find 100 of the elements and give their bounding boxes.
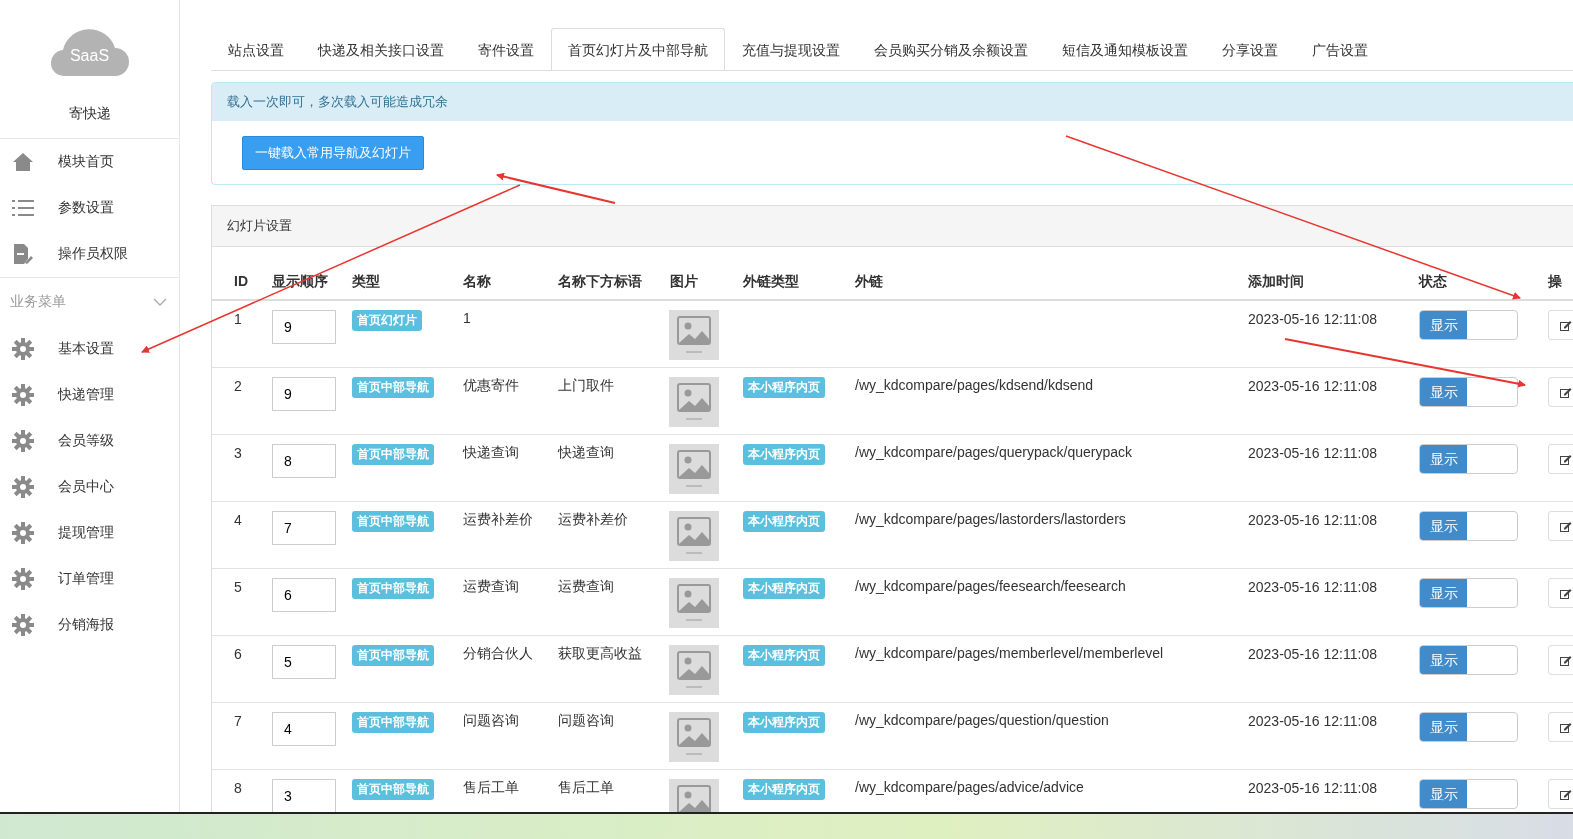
status-toggle[interactable]: 显示 <box>1419 645 1518 675</box>
table-cell-text: 7 <box>234 712 243 729</box>
table-cell-text: 2023-05-16 12:11:08 <box>1248 511 1378 528</box>
sidebar-item[interactable]: 提现管理 <box>0 510 179 556</box>
sidebar-item[interactable]: 操作员权限 <box>0 231 179 277</box>
table-cell-text: 8 <box>234 779 243 796</box>
notice-text: 载入一次即可，多次载入可能造成冗余 <box>212 83 1573 121</box>
table-cell-text: 2 <box>234 377 243 394</box>
status-toggle[interactable]: 显示 <box>1419 779 1518 809</box>
column-header: 外链类型 <box>743 273 800 291</box>
gear-icon <box>12 614 34 636</box>
sidebar-item[interactable]: 会员中心 <box>0 464 179 510</box>
column-header: 类型 <box>352 273 381 291</box>
table-cell-text: 6 <box>234 645 243 662</box>
link-type-tag: 本小程序内页 <box>743 444 825 465</box>
sidebar-item[interactable]: 参数设置 <box>0 185 179 231</box>
tab[interactable]: 分享设置 <box>1205 28 1295 70</box>
type-tag: 首页中部导航 <box>352 645 434 666</box>
sidebar-item[interactable]: 会员等级 <box>0 418 179 464</box>
table-cell: 分销合伙人 <box>463 644 533 661</box>
tab[interactable]: 首页幻灯片及中部导航 <box>551 28 725 70</box>
gear-icon <box>12 568 34 590</box>
document-icon <box>12 244 34 264</box>
image-placeholder-icon <box>669 645 719 695</box>
table-cell-text: 2023-05-16 12:11:08 <box>1248 578 1378 595</box>
table-cell: /wy_kdcompare/pages/feesearch/feesearch <box>855 578 1126 594</box>
edit-icon <box>1560 654 1572 666</box>
order-field[interactable]: 4 <box>272 712 336 746</box>
status-toggle[interactable]: 显示 <box>1419 712 1518 742</box>
column-header: 名称下方标语 <box>558 273 643 291</box>
link-type-tag: 本小程序内页 <box>743 712 825 733</box>
gear-icon <box>12 476 34 498</box>
tab[interactable]: 站点设置 <box>211 28 301 70</box>
type-tag: 首页中部导航 <box>352 779 434 800</box>
app-name: 寄快递 <box>68 105 111 123</box>
tab[interactable]: 充值与提现设置 <box>725 28 857 70</box>
column-header: 添加时间 <box>1248 273 1305 291</box>
sidebar-item[interactable]: 快递管理 <box>0 372 179 418</box>
order-field[interactable]: 8 <box>272 444 336 478</box>
tab[interactable]: 广告设置 <box>1295 28 1385 70</box>
order-field[interactable]: 5 <box>272 645 336 679</box>
status-toggle[interactable]: 显示 <box>1419 444 1518 474</box>
status-toggle[interactable]: 显示 <box>1419 310 1518 340</box>
edit-icon <box>1560 788 1572 800</box>
table-cell: 快递查询 <box>463 443 519 460</box>
table-cell-text: 4 <box>234 511 243 528</box>
column-header: 状态 <box>1419 273 1448 291</box>
table-cell: 上门取件 <box>558 376 614 393</box>
table-cell: /wy_kdcompare/pages/lastorders/lastorders <box>855 511 1126 527</box>
type-tag: 首页中部导航 <box>352 444 434 465</box>
order-field[interactable]: 7 <box>272 511 336 545</box>
column-header: 外链 <box>855 273 884 291</box>
gear-icon <box>12 338 34 360</box>
image-placeholder-icon <box>669 511 719 561</box>
table-cell-text: 2023-05-16 12:11:08 <box>1248 377 1378 394</box>
tab[interactable]: 短信及通知模板设置 <box>1045 28 1205 70</box>
order-field[interactable]: 9 <box>272 310 336 344</box>
table-cell: /wy_kdcompare/pages/querypack/querypack <box>855 444 1133 460</box>
table-cell: 获取更高收益 <box>558 644 642 661</box>
type-tag: 首页幻灯片 <box>352 310 422 331</box>
status-toggle[interactable]: 显示 <box>1419 511 1518 541</box>
status-toggle[interactable]: 显示 <box>1419 377 1518 407</box>
order-field[interactable]: 9 <box>272 377 336 411</box>
tab[interactable]: 会员购买分销及余额设置 <box>857 28 1045 70</box>
sidebar-item[interactable]: 模块首页 <box>0 139 179 185</box>
sidebar-item[interactable]: 订单管理 <box>0 556 179 602</box>
order-field[interactable]: 3 <box>272 779 336 813</box>
image-placeholder-icon <box>669 377 719 427</box>
status-toggle[interactable]: 显示 <box>1419 578 1518 608</box>
table-cell-text: 5 <box>234 578 243 595</box>
image-placeholder-icon <box>669 578 719 628</box>
table-cell-text: 2023-05-16 12:11:08 <box>1248 712 1378 729</box>
sidebar-item[interactable]: 基本设置 <box>0 326 179 372</box>
column-header: ID <box>234 273 249 289</box>
tab[interactable]: 快递及相关接口设置 <box>301 28 461 70</box>
table-cell: 优惠寄件 <box>463 376 519 393</box>
table-cell: /wy_kdcompare/pages/kdsend/kdsend <box>855 377 1094 393</box>
edit-icon <box>1560 587 1572 599</box>
image-placeholder-icon <box>669 310 719 360</box>
edit-icon <box>1560 721 1572 733</box>
edit-icon <box>1560 520 1572 532</box>
edit-icon <box>1560 319 1572 331</box>
column-header: 图片 <box>670 273 699 291</box>
order-field[interactable]: 6 <box>272 578 336 612</box>
table-cell: /wy_kdcompare/pages/question/question <box>855 712 1109 728</box>
table-cell: 运费查询 <box>463 577 519 594</box>
link-type-tag: 本小程序内页 <box>743 377 825 398</box>
table-cell: 快递查询 <box>558 443 614 460</box>
table-cell-text: 2023-05-16 12:11:08 <box>1248 645 1378 662</box>
panel-title: 幻灯片设置 <box>212 206 1573 247</box>
table-cell-text: 1 <box>234 310 243 327</box>
table-cell: 运费补差价 <box>463 510 533 527</box>
table-cell: 运费查询 <box>558 577 614 594</box>
home-icon <box>12 152 34 172</box>
tab[interactable]: 寄件设置 <box>461 28 551 70</box>
table-cell-text: 3 <box>234 444 243 461</box>
type-tag: 首页中部导航 <box>352 511 434 532</box>
link-type-tag: 本小程序内页 <box>743 645 825 666</box>
edit-icon <box>1560 386 1572 398</box>
sidebar-item[interactable]: 分销海报 <box>0 602 179 648</box>
